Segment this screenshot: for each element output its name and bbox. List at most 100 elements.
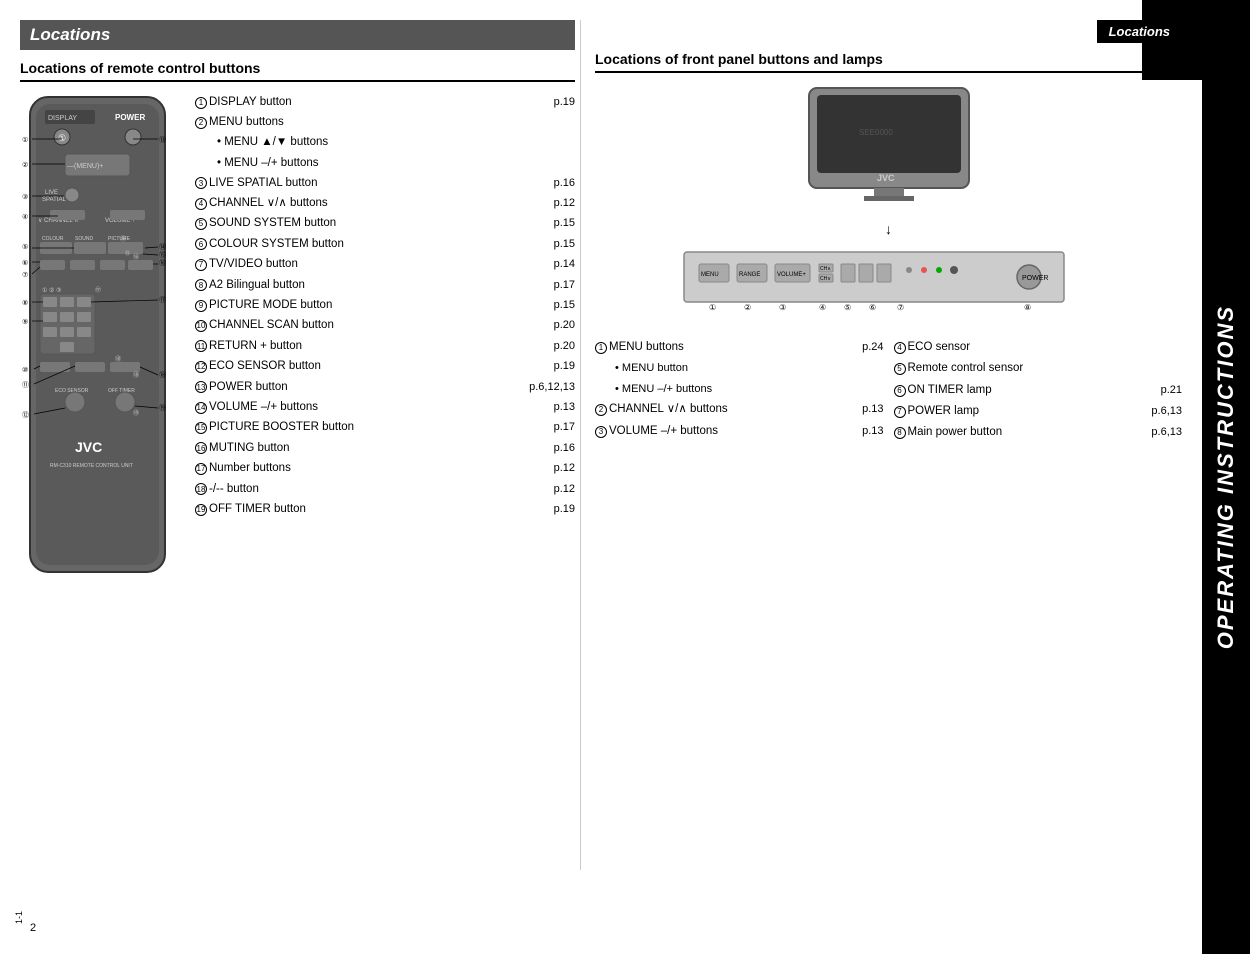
right-section: Locations Locations of front panel butto… [595,20,1182,443]
svg-text:⑪: ⑪ [22,381,29,389]
lower-grid: 1 MENU buttons p.24 • MENU button • MENU… [595,337,1182,443]
btn-item-19: 19 OFF TIMER button p.19 [195,499,575,519]
lower-left-list: 1 MENU buttons p.24 • MENU button • MENU… [595,337,884,442]
svg-text:SOUND: SOUND [75,236,93,242]
svg-text:②: ② [22,161,28,169]
btn-item-3: 3 LIVE SPATIAL button p.16 [195,173,575,193]
btn-item-2s2: • MENU –/+ buttons [195,153,575,173]
btn-item-12: 12 ECO SENSOR button p.19 [195,356,575,376]
down-arrow: ↓ [595,221,1182,237]
remote-area: DISPLAY POWER ① —(MENU)+ LIVE SPATIAL ∨ … [20,92,575,585]
lower-item-1: 1 MENU buttons p.24 [595,337,884,358]
svg-text:JVC: JVC [75,439,102,455]
right-header: Locations [595,20,1182,43]
btn-item-8: 8 A2 Bilingual button p.17 [195,275,575,295]
svg-text:⑤: ⑤ [22,243,28,251]
section-divider [580,20,581,870]
page-num-left: 2 [30,922,36,934]
btn-item-11: 11 RETURN + button p.20 [195,336,575,356]
btn-item-1: 1 DISPLAY button p.19 [195,92,575,112]
lower-right-list: 4 ECO sensor 5 Remote control sensor 6 O… [894,337,1183,443]
svg-text:⑱: ⑱ [133,371,139,379]
btn-item-5: 5 SOUND SYSTEM button p.15 [195,213,575,233]
btn-item-18: 18 -/-- button p.12 [195,479,575,499]
svg-text:⑦: ⑦ [22,271,28,279]
svg-text:① ② ③: ① ② ③ [42,287,61,294]
button-list: 1 DISPLAY button p.19 2 MENU buttons • M… [195,92,575,585]
svg-text:⑯: ⑯ [133,253,139,261]
btn-item-14: 14 VOLUME –/+ buttons p.13 [195,397,575,417]
svg-text:⑱: ⑱ [115,355,121,363]
lower-item-2: 2 CHANNEL ∨/∧ buttons p.13 [595,399,884,420]
btn-num-2: 2 [195,117,207,129]
svg-text:⑩: ⑩ [22,366,28,374]
svg-text:⑱: ⑱ [159,371,166,379]
svg-text:⑲: ⑲ [159,404,166,412]
svg-text:⑧: ⑧ [22,299,28,307]
svg-text:DISPLAY: DISPLAY [48,115,77,122]
lower-right: 4 ECO sensor 5 Remote control sensor 6 O… [894,337,1183,443]
svg-text:RM-C310 REMOTE CONTROL UNIT: RM-C310 REMOTE CONTROL UNIT [50,463,133,469]
svg-text:⑬: ⑬ [159,136,166,144]
remote-control-image: DISPLAY POWER ① —(MENU)+ LIVE SPATIAL ∨ … [20,92,175,585]
lower-item-7: 7 POWER lamp p.6,13 [894,401,1183,422]
btn-item-4: 4 CHANNEL ∨/∧ buttons p.12 [195,193,575,213]
svg-text:⑰: ⑰ [95,286,101,294]
lower-item-4: 4 ECO sensor [894,337,1183,358]
btn-item-10: 10 CHANNEL SCAN button p.20 [195,315,575,335]
tv-svg: JVC SEE0000 [789,83,989,213]
button-items: 1 DISPLAY button p.19 2 MENU buttons • M… [195,92,575,519]
banner-text: OPERATING INSTRUCTIONS [1213,305,1239,649]
svg-text:SEE0000: SEE0000 [859,128,893,137]
svg-text:⑲: ⑲ [133,409,139,417]
lower-left: 1 MENU buttons p.24 • MENU button • MENU… [595,337,884,443]
model-num-left: 1-1 [14,911,24,924]
btn-item-9: 9 PICTURE MODE button p.15 [195,295,575,315]
svg-text:⑥: ⑥ [22,259,28,267]
svg-text:JVC: JVC [877,173,895,183]
front-panel-svg: MENU RANGE VOLUME+ CH∧ CH∨ [679,242,1099,317]
svg-text:⑫: ⑫ [22,411,29,419]
right-subtitle: Locations of front panel buttons and lam… [595,51,1182,73]
svg-text:SPATIAL: SPATIAL [42,197,66,203]
btn-item-6: 6 COLOUR SYSTEM button p.15 [195,234,575,254]
svg-text:⑯: ⑯ [159,259,166,267]
svg-text:⑦: ⑦ [897,303,904,312]
svg-text:VOLUME+: VOLUME+ [777,272,806,278]
left-subtitle: Locations of remote control buttons [20,60,575,82]
btn-num-1: 1 [195,97,207,109]
svg-text:②: ② [744,303,751,312]
svg-text:③: ③ [779,303,786,312]
svg-text:⑨: ⑨ [22,318,28,326]
svg-text:③: ③ [22,193,28,201]
btn-item-15: 15 PICTURE BOOSTER button p.17 [195,417,575,437]
lower-item-8: 8 Main power button p.6,13 [894,422,1183,443]
svg-text:RANGE: RANGE [739,272,760,278]
svg-text:⑥: ⑥ [869,303,876,312]
svg-text:①: ① [22,136,28,144]
svg-text:①: ① [58,133,66,143]
btn-item-16: 16 MUTING button p.16 [195,438,575,458]
btn-item-2s1: • MENU ▲/▼ buttons [195,132,575,152]
btn-item-7: 7 TV/VIDEO button p.14 [195,254,575,274]
tv-area: JVC SEE0000 ↓ MENU RANGE VOLUME+ [595,83,1182,317]
btn-item-2: 2 MENU buttons [195,112,575,132]
svg-text:CH∧: CH∧ [820,266,831,272]
left-section: Locations Locations of remote control bu… [20,20,575,585]
page-num-right: 3 [1214,922,1220,934]
btn-item-13: 13 POWER button p.6,12,13 [195,377,575,397]
svg-text:MENU: MENU [701,272,719,278]
svg-text:LIVE: LIVE [45,190,58,196]
svg-text:⑧: ⑧ [1024,303,1031,312]
svg-text:①: ① [709,303,716,312]
svg-text:CH∨: CH∨ [820,276,831,282]
model-num-right: AV-21F8 [1226,890,1236,924]
left-title: Locations [30,25,110,44]
lower-item-5: 5 Remote control sensor [894,358,1183,379]
svg-text:④: ④ [819,303,826,312]
lower-item-3: 3 VOLUME –/+ buttons p.13 [595,421,884,442]
svg-text:⑮: ⑮ [125,250,130,257]
left-title-bar: Locations [20,20,575,50]
svg-text:POWER: POWER [1022,275,1048,282]
right-title-bar: Locations [1097,20,1182,43]
